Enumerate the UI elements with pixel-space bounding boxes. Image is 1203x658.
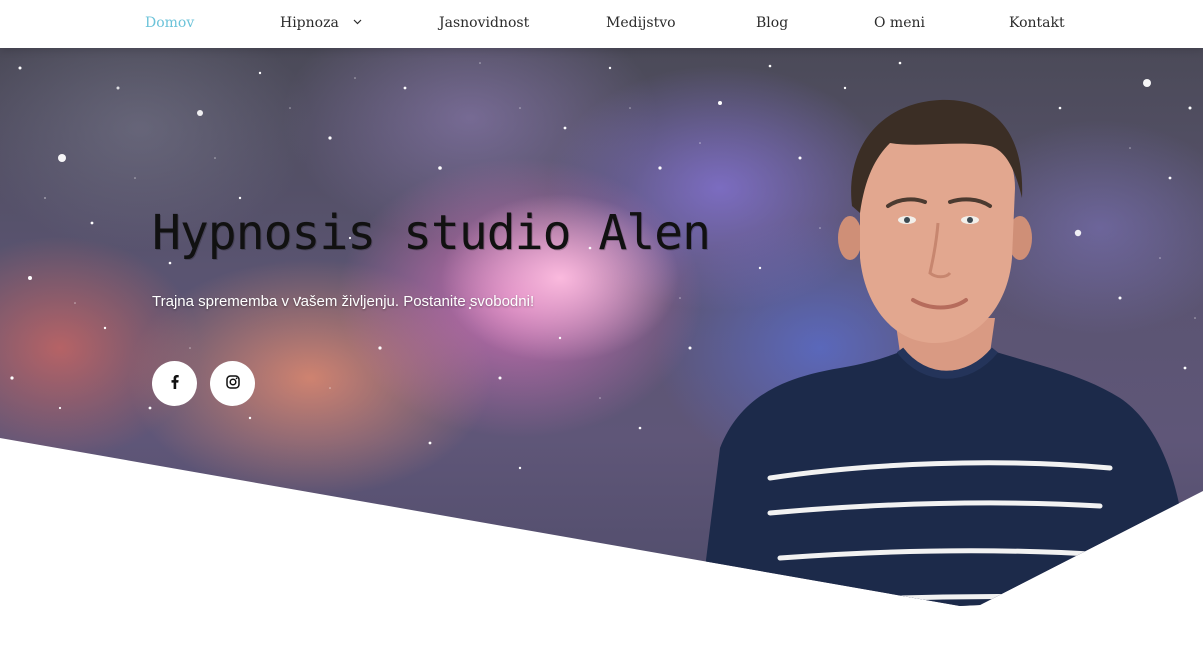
nav-item-jasnovidnost[interactable]: Jasnovidnost: [439, 0, 529, 48]
hero-section: Hypnosis studio Alen Trajna sprememba v …: [0, 48, 1203, 606]
portrait-image: [700, 99, 1180, 606]
chevron-down-icon: [353, 0, 362, 44]
facebook-button[interactable]: [152, 361, 197, 406]
facebook-icon: [171, 374, 179, 393]
nav-item-kontakt[interactable]: Kontakt: [1009, 0, 1065, 48]
hero-subtitle: Trajna sprememba v vašem življenju. Post…: [152, 293, 535, 310]
nav-item-o-meni[interactable]: O meni: [874, 0, 925, 48]
page: Domov Hipnoza Jasnovidnost Medijstvo Blo…: [0, 0, 1203, 658]
nav-item-hipnoza[interactable]: Hipnoza: [280, 0, 362, 48]
nav-item-blog[interactable]: Blog: [756, 0, 788, 48]
instagram-icon: [225, 374, 240, 393]
nav-item-medijstvo[interactable]: Medijstvo: [606, 0, 676, 48]
nav-item-label: Hipnoza: [280, 15, 339, 31]
instagram-button[interactable]: [210, 361, 255, 406]
main-nav: Domov Hipnoza Jasnovidnost Medijstvo Blo…: [0, 0, 1203, 48]
hero-title: Hypnosis studio Alen: [152, 205, 711, 261]
nav-item-domov[interactable]: Domov: [145, 0, 194, 48]
